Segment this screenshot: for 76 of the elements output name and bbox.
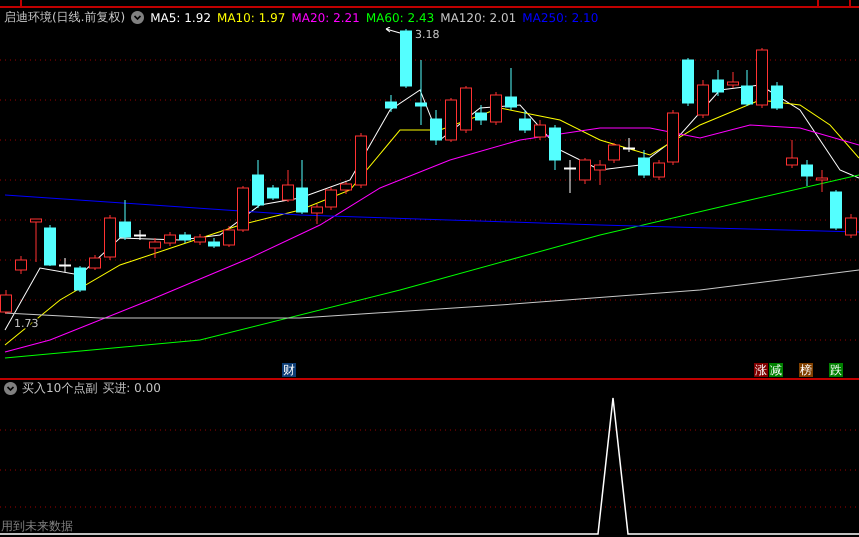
candlestick: [667, 110, 679, 166]
candlestick: [223, 226, 235, 248]
candlestick: [638, 150, 650, 178]
candlestick: [252, 160, 264, 208]
warning-note: 用到未来数据: [1, 518, 73, 535]
candlestick: [296, 160, 308, 214]
candlestick: [15, 256, 27, 274]
indicator-value: MA20: 2.21: [291, 10, 360, 24]
candlestick: [237, 186, 249, 232]
candlestick: [179, 232, 191, 244]
candlestick: [475, 104, 487, 126]
candlestick: [89, 254, 101, 270]
candlestick: [44, 224, 56, 266]
stock-title: 启迪环境(日线.前复权): [4, 9, 126, 26]
candlestick: [549, 124, 561, 170]
candlestick: [400, 28, 412, 88]
candlestick: [0, 290, 12, 314]
candlestick: [741, 70, 753, 106]
candlestick: [385, 94, 397, 112]
candlestick: [104, 214, 116, 260]
candlestick: [845, 214, 857, 238]
candlestick: [623, 138, 635, 152]
candlestick: [756, 48, 768, 108]
candlestick: [430, 110, 442, 146]
candlestick: [801, 160, 813, 186]
candlestick: [519, 110, 531, 134]
candlestick: [460, 86, 472, 134]
dropdown-icon[interactable]: [4, 382, 17, 394]
candlestick: [134, 230, 146, 240]
candlestick: [30, 218, 42, 262]
candlestick: [564, 160, 576, 194]
candlestick: [74, 266, 86, 292]
indicator-value: 买进: 0.00: [102, 380, 161, 396]
indicator-value: MA120: 2.01: [440, 10, 516, 24]
candlestick: [786, 140, 798, 168]
candlestick: [653, 160, 665, 180]
indicator-value: MA5: 1.92: [150, 10, 211, 24]
indicator-value: MA60: 2.43: [366, 10, 434, 24]
candlestick: [340, 182, 352, 194]
event-marker[interactable]: 涨: [754, 363, 768, 377]
candlestick: [816, 170, 828, 192]
candlestick: [282, 170, 294, 202]
event-marker[interactable]: 榜: [799, 363, 813, 377]
candlestick: [208, 238, 220, 248]
candlestick: [59, 258, 71, 272]
indicator-value: MA10: 1.97: [216, 10, 286, 24]
candlestick: [534, 120, 546, 140]
candlestick: [594, 160, 606, 186]
candlestick: [682, 58, 694, 106]
event-marker[interactable]: 财: [282, 363, 296, 377]
candlestick: [445, 98, 457, 142]
candlestick: [830, 190, 842, 230]
dropdown-icon[interactable]: [131, 11, 144, 24]
event-marker[interactable]: 跌: [829, 363, 843, 377]
event-marker[interactable]: 减: [769, 363, 783, 377]
candlestick: [311, 204, 323, 224]
arrow-icon: [386, 27, 400, 34]
candlestick: [119, 200, 131, 240]
candlestick: [712, 70, 724, 96]
candlestick: [697, 80, 709, 118]
high-price-label: 3.18: [415, 28, 440, 41]
candlestick: [164, 232, 176, 246]
candlestick: [608, 142, 620, 164]
candlestick: [771, 82, 783, 110]
candlestick: [194, 234, 206, 246]
candlestick: [505, 68, 517, 110]
candlestick: [355, 132, 367, 188]
indicator-value: MA250: 2.10: [522, 10, 598, 24]
candlestick: [325, 186, 337, 210]
indicator-title: 买入10个点副: [22, 380, 98, 396]
candlestick: [415, 60, 427, 126]
candlestick: [727, 72, 739, 88]
candlestick: [149, 238, 161, 258]
candlestick: [267, 184, 279, 200]
candlestick: [579, 158, 591, 184]
candlestick: [490, 92, 502, 126]
